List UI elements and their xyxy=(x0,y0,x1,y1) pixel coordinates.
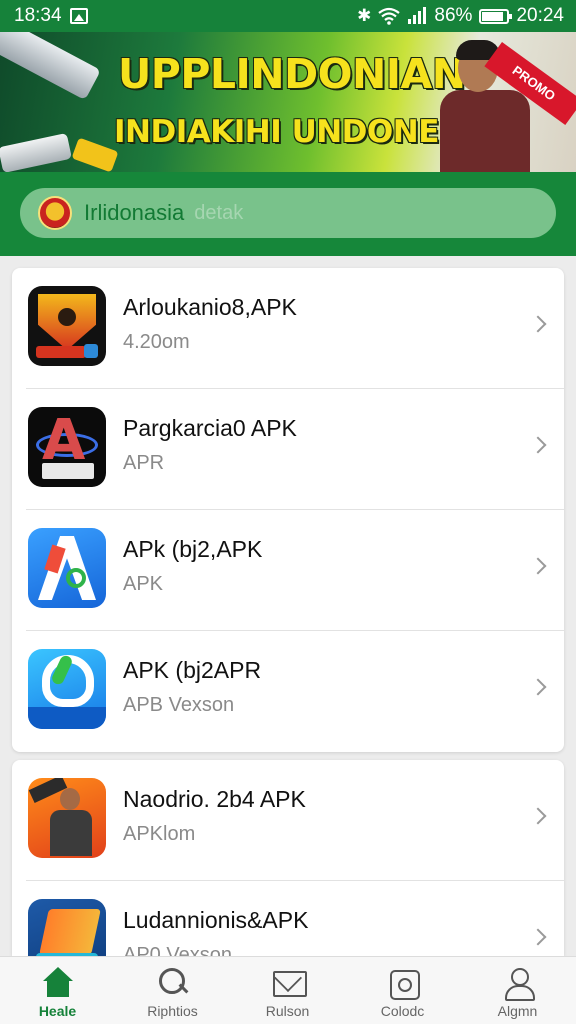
banner-headline: UPPLINDONIAN xyxy=(118,50,466,98)
nav-item-box[interactable]: Colodc xyxy=(345,957,460,1024)
list-item[interactable]: A Pargkarcia0 APK APR xyxy=(12,389,564,510)
chevron-right-icon xyxy=(529,557,547,575)
nav-item-mail[interactable]: Rulson xyxy=(230,957,345,1024)
app-title: APK (bj2APR xyxy=(123,657,262,683)
nav-item-profile[interactable]: Algmn xyxy=(460,957,575,1024)
box-icon xyxy=(386,967,420,1000)
status-time-right: 20:24 xyxy=(516,5,564,26)
signal-icon xyxy=(408,7,427,24)
shield-app-icon xyxy=(28,286,106,366)
blue-a-app-icon xyxy=(28,528,106,608)
app-subtitle: 4.20om xyxy=(123,331,190,353)
chevron-right-icon xyxy=(529,315,547,333)
battery-icon xyxy=(479,8,513,24)
emblem-icon xyxy=(38,196,72,230)
cyan-a-app-icon xyxy=(28,649,106,729)
image-icon xyxy=(69,8,88,24)
app-list-card: Arloukanio8,APK 4.20om A Pargkarcia0 APK… xyxy=(12,268,564,752)
nav-item-search[interactable]: Riphtios xyxy=(115,957,230,1024)
nav-label: Riphtios xyxy=(147,1003,198,1019)
list-item[interactable]: Naodrio. 2b4 APK APKlom xyxy=(12,760,564,881)
search-input[interactable]: Irlidonasia detak xyxy=(20,188,556,238)
app-title: Pargkarcia0 APK xyxy=(123,415,297,441)
app-subtitle: APK xyxy=(123,573,164,595)
user-icon xyxy=(501,967,535,1001)
search-header: Irlidonasia detak xyxy=(0,172,576,256)
app-subtitle: AP0 Vexson xyxy=(123,944,232,956)
search-icon xyxy=(156,967,190,999)
app-title: Ludannionis&APK xyxy=(123,907,309,933)
battery-percent: 86% xyxy=(434,5,473,26)
app-list-card: Naodrio. 2b4 APK APKlom Ludannionis&APK … xyxy=(12,760,564,956)
app-title: Naodrio. 2b4 APK xyxy=(123,786,306,812)
status-left: 18:34 xyxy=(14,5,88,27)
promo-banner[interactable]: UPPLINDONIAN INDIAKIHI UNDONESIA PROMO xyxy=(0,32,576,172)
banner-decoration xyxy=(0,133,72,172)
nav-label: Rulson xyxy=(265,1003,310,1019)
mail-icon xyxy=(271,967,307,999)
dark-a-app-icon: A xyxy=(28,407,106,487)
list-item[interactable]: APK (bj2APR APB Vexson xyxy=(12,631,564,752)
banner-subheadline: INDIAKIHI UNDONESIA xyxy=(114,114,496,150)
status-bar: 18:34 ✱ 86% 20:24 xyxy=(0,0,576,32)
status-time-left: 18:34 xyxy=(14,5,62,26)
chevron-right-icon xyxy=(529,807,547,825)
teal-sheet-app-icon xyxy=(28,899,106,956)
app-subtitle: APR xyxy=(123,452,165,474)
wifi-icon xyxy=(378,7,401,25)
status-right: ✱ 86% 20:24 xyxy=(357,5,564,27)
chevron-right-icon xyxy=(529,928,547,946)
app-title: APk (bj2,APK xyxy=(123,536,263,562)
bottom-nav: Heale Riphtios Rulson Colodc Algmn xyxy=(0,956,576,1024)
orange-person-app-icon xyxy=(28,778,106,858)
nav-label: Heale xyxy=(38,1003,77,1019)
app-subtitle: APB Vexson xyxy=(123,694,235,716)
nav-label: Colodc xyxy=(380,1003,425,1019)
bluetooth-icon: ✱ xyxy=(357,6,372,25)
banner-decoration xyxy=(0,32,101,101)
banner-decoration xyxy=(71,137,119,172)
app-title: Arloukanio8,APK xyxy=(123,294,297,320)
nav-item-home[interactable]: Heale xyxy=(0,957,115,1024)
nav-label: Algmn xyxy=(497,1003,538,1019)
list-item[interactable]: Ludannionis&APK AP0 Vexson xyxy=(12,881,564,956)
battery-fill xyxy=(482,11,504,21)
chevron-right-icon xyxy=(529,678,547,696)
chevron-right-icon xyxy=(529,436,547,454)
home-icon xyxy=(41,967,75,999)
list-item[interactable]: APk (bj2,APK APK xyxy=(12,510,564,631)
search-region-label: Irlidonasia xyxy=(84,200,185,225)
search-placeholder: detak xyxy=(194,201,244,224)
app-subtitle: APKlom xyxy=(123,823,196,845)
list-item[interactable]: Arloukanio8,APK 4.20om xyxy=(12,268,564,389)
